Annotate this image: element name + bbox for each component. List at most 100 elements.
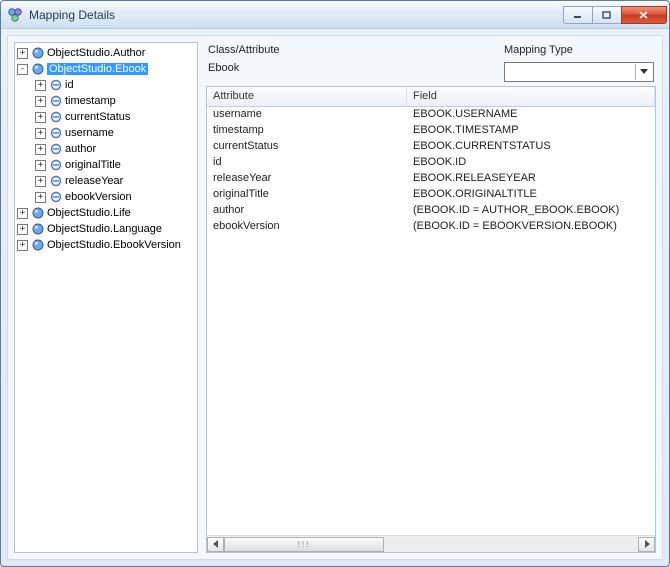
cell-field: EBOOK.ID bbox=[407, 155, 655, 171]
table-row[interactable]: originalTitleEBOOK.ORIGINALTITLE bbox=[207, 187, 655, 203]
tree-item: +ObjectStudio.Author bbox=[15, 45, 197, 61]
table-row[interactable]: currentStatusEBOOK.CURRENTSTATUS bbox=[207, 139, 655, 155]
class-icon bbox=[32, 63, 44, 75]
cell-attribute: ebookVersion bbox=[207, 219, 407, 235]
mapping-details-window: Mapping Details +ObjectStudio.Author - Obj… bbox=[0, 0, 670, 567]
class-icon bbox=[32, 207, 44, 219]
expand-icon[interactable]: + bbox=[35, 128, 46, 139]
tree-node[interactable]: + originalTitle bbox=[33, 157, 197, 173]
expand-icon[interactable]: + bbox=[35, 80, 46, 91]
scroll-track[interactable]: !!! bbox=[224, 537, 638, 552]
minimize-button[interactable] bbox=[563, 6, 593, 24]
attribute-icon bbox=[50, 191, 62, 203]
tree-node[interactable]: + ObjectStudio.Life bbox=[15, 205, 197, 221]
cell-field: (EBOOK.ID = EBOOKVERSION.EBOOK) bbox=[407, 219, 655, 235]
tree-node-label: releaseYear bbox=[65, 175, 123, 187]
cell-attribute: currentStatus bbox=[207, 139, 407, 155]
expand-icon[interactable]: + bbox=[35, 144, 46, 155]
cell-field: EBOOK.USERNAME bbox=[407, 107, 655, 123]
cell-field: (EBOOK.ID = AUTHOR_EBOOK.EBOOK) bbox=[407, 203, 655, 219]
cell-attribute: username bbox=[207, 107, 407, 123]
tree-item: +ObjectStudio.Language bbox=[15, 221, 197, 237]
cell-field: EBOOK.RELEASEYEAR bbox=[407, 171, 655, 187]
expand-icon[interactable]: + bbox=[35, 192, 46, 203]
tree-node-label: id bbox=[65, 79, 74, 91]
attribute-icon bbox=[50, 143, 62, 155]
tree-node[interactable]: + currentStatus bbox=[33, 109, 197, 125]
tree-node[interactable]: + id bbox=[33, 77, 197, 93]
table-header[interactable]: Attribute Field bbox=[207, 87, 655, 107]
tree-node[interactable]: +ObjectStudio.Language bbox=[15, 221, 197, 237]
expand-icon[interactable]: + bbox=[17, 240, 28, 251]
tree-node[interactable]: + ObjectStudio.EbookVersion bbox=[15, 237, 197, 253]
table-body[interactable]: usernameEBOOK.USERNAMEtimestampEBOOK.TIM… bbox=[207, 107, 655, 535]
tree-item: + ObjectStudio.EbookVersion bbox=[15, 237, 197, 253]
table-row[interactable]: releaseYearEBOOK.RELEASEYEAR bbox=[207, 171, 655, 187]
expand-icon[interactable]: + bbox=[35, 160, 46, 171]
table-row[interactable]: author(EBOOK.ID = AUTHOR_EBOOK.EBOOK) bbox=[207, 203, 655, 219]
tree-node-label: ObjectStudio.Life bbox=[47, 207, 131, 219]
tree-item: +timestamp bbox=[33, 93, 197, 109]
table-row[interactable]: timestampEBOOK.TIMESTAMP bbox=[207, 123, 655, 139]
close-button[interactable] bbox=[621, 6, 667, 24]
tree-node[interactable]: +timestamp bbox=[33, 93, 197, 109]
tree-node-label: originalTitle bbox=[65, 159, 121, 171]
details-panel: Class/Attribute Ebook Mapping Type Attri… bbox=[206, 42, 656, 553]
attribute-icon bbox=[50, 79, 62, 91]
titlebar[interactable]: Mapping Details bbox=[1, 1, 669, 29]
window-title: Mapping Details bbox=[29, 8, 564, 22]
expand-icon[interactable]: + bbox=[17, 224, 28, 235]
horizontal-scrollbar[interactable]: !!! bbox=[207, 535, 655, 552]
chevron-down-icon bbox=[635, 64, 651, 80]
expand-icon[interactable]: + bbox=[35, 176, 46, 187]
expand-icon[interactable]: + bbox=[17, 48, 28, 59]
mapping-table: Attribute Field usernameEBOOK.USERNAMEti… bbox=[206, 86, 656, 553]
scroll-left-button[interactable] bbox=[207, 537, 224, 552]
tree-node[interactable]: + ebookVersion bbox=[33, 189, 197, 205]
collapse-icon[interactable]: - bbox=[17, 64, 28, 75]
tree-item: + username bbox=[33, 125, 197, 141]
mapping-type-combo[interactable] bbox=[504, 62, 654, 82]
tree-node-label: ObjectStudio.EbookVersion bbox=[47, 239, 181, 251]
class-tree[interactable]: +ObjectStudio.Author-ObjectStudio.Ebook+… bbox=[14, 42, 198, 553]
cell-field: EBOOK.ORIGINALTITLE bbox=[407, 187, 655, 203]
client-area: +ObjectStudio.Author-ObjectStudio.Ebook+… bbox=[7, 35, 663, 560]
window-controls bbox=[564, 6, 667, 24]
tree-node[interactable]: +author bbox=[33, 141, 197, 157]
tree-item: + ebookVersion bbox=[33, 189, 197, 205]
expand-icon[interactable]: + bbox=[35, 112, 46, 123]
class-attr-value: Ebook bbox=[208, 62, 504, 74]
attribute-icon bbox=[50, 159, 62, 171]
class-icon bbox=[32, 223, 44, 235]
cell-attribute: originalTitle bbox=[207, 187, 407, 203]
mapping-type-label: Mapping Type bbox=[504, 44, 654, 56]
cell-field: EBOOK.CURRENTSTATUS bbox=[407, 139, 655, 155]
tree-node[interactable]: + releaseYear bbox=[33, 173, 197, 189]
table-row[interactable]: ebookVersion(EBOOK.ID = EBOOKVERSION.EBO… bbox=[207, 219, 655, 235]
tree-node-label: username bbox=[65, 127, 114, 139]
tree-item: + id bbox=[33, 77, 197, 93]
tree-node[interactable]: +ObjectStudio.Author bbox=[15, 45, 197, 61]
table-row[interactable]: idEBOOK.ID bbox=[207, 155, 655, 171]
tree-node-label: ebookVersion bbox=[65, 191, 132, 203]
tree-item: + releaseYear bbox=[33, 173, 197, 189]
table-row[interactable]: usernameEBOOK.USERNAME bbox=[207, 107, 655, 123]
expand-icon[interactable]: + bbox=[35, 96, 46, 107]
tree-node[interactable]: + username bbox=[33, 125, 197, 141]
tree-item: + ObjectStudio.Life bbox=[15, 205, 197, 221]
tree-node-label: ObjectStudio.Ebook bbox=[47, 63, 148, 75]
tree-item: + currentStatus bbox=[33, 109, 197, 125]
col-attribute[interactable]: Attribute bbox=[207, 87, 407, 106]
scroll-thumb[interactable]: !!! bbox=[224, 537, 384, 552]
class-attr-label: Class/Attribute bbox=[208, 44, 504, 56]
expand-icon[interactable]: + bbox=[17, 208, 28, 219]
cell-attribute: id bbox=[207, 155, 407, 171]
tree-node[interactable]: - ObjectStudio.Ebook bbox=[15, 61, 197, 77]
app-icon bbox=[7, 7, 23, 23]
tree-item: +author bbox=[33, 141, 197, 157]
scroll-right-button[interactable] bbox=[638, 537, 655, 552]
tree-node-label: currentStatus bbox=[65, 111, 130, 123]
col-field[interactable]: Field bbox=[407, 87, 655, 106]
class-icon bbox=[32, 239, 44, 251]
maximize-button[interactable] bbox=[592, 6, 622, 24]
